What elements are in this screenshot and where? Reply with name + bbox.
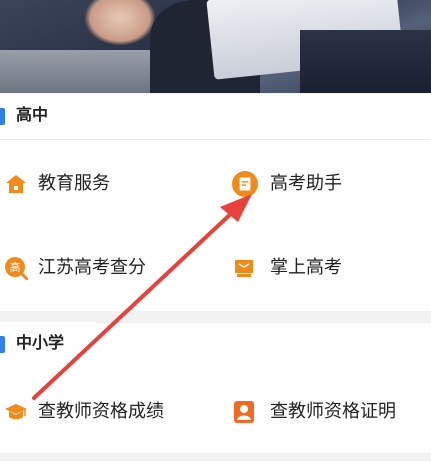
section-partial <box>0 461 431 476</box>
search-score-icon: 高 <box>5 257 28 280</box>
menu-item-label: 高考助手 <box>270 173 342 194</box>
section-marker-icon <box>0 108 5 125</box>
header-banner-image <box>0 0 431 93</box>
document-icon <box>232 171 258 197</box>
menu-item-education-service[interactable]: 教育服务 <box>4 164 204 204</box>
divider <box>0 139 431 140</box>
menu-item-label: 查教师资格证明 <box>270 401 396 422</box>
house-icon <box>6 175 26 193</box>
menu-item-teacher-cert-proof[interactable]: 查教师资格证明 <box>232 392 427 432</box>
section-header: 中小学 <box>0 322 431 362</box>
menu-item-zhangshang-gaokao[interactable]: 掌上高考 <box>232 248 422 288</box>
section-title: 中小学 <box>16 333 65 352</box>
svg-text:高: 高 <box>10 260 21 274</box>
menu-item-label: 教育服务 <box>38 173 110 194</box>
section-title: 高中 <box>16 105 49 124</box>
book-icon <box>235 260 253 277</box>
menu-item-label: 掌上高考 <box>270 257 342 278</box>
section-header: 高中 <box>0 94 431 134</box>
graduation-cap-icon <box>5 404 27 420</box>
section-marker-icon <box>0 336 5 353</box>
section-primary-secondary: 中小学 查教师资格成绩 查教师资格证明 <box>0 322 431 453</box>
menu-item-label: 江苏高考查分 <box>38 257 146 278</box>
divider <box>96 322 431 323</box>
menu-item-teacher-cert-score[interactable]: 查教师资格成绩 <box>4 392 214 432</box>
person-card-icon <box>234 401 254 423</box>
section-high-school: 高中 教育服务 高考助手 高 江苏高考查分 掌上高考 <box>0 94 431 311</box>
menu-item-gaokao-assistant[interactable]: 高考助手 <box>232 164 422 204</box>
menu-item-label: 查教师资格成绩 <box>38 401 164 422</box>
menu-item-jiangsu-score[interactable]: 高 江苏高考查分 <box>4 248 204 288</box>
